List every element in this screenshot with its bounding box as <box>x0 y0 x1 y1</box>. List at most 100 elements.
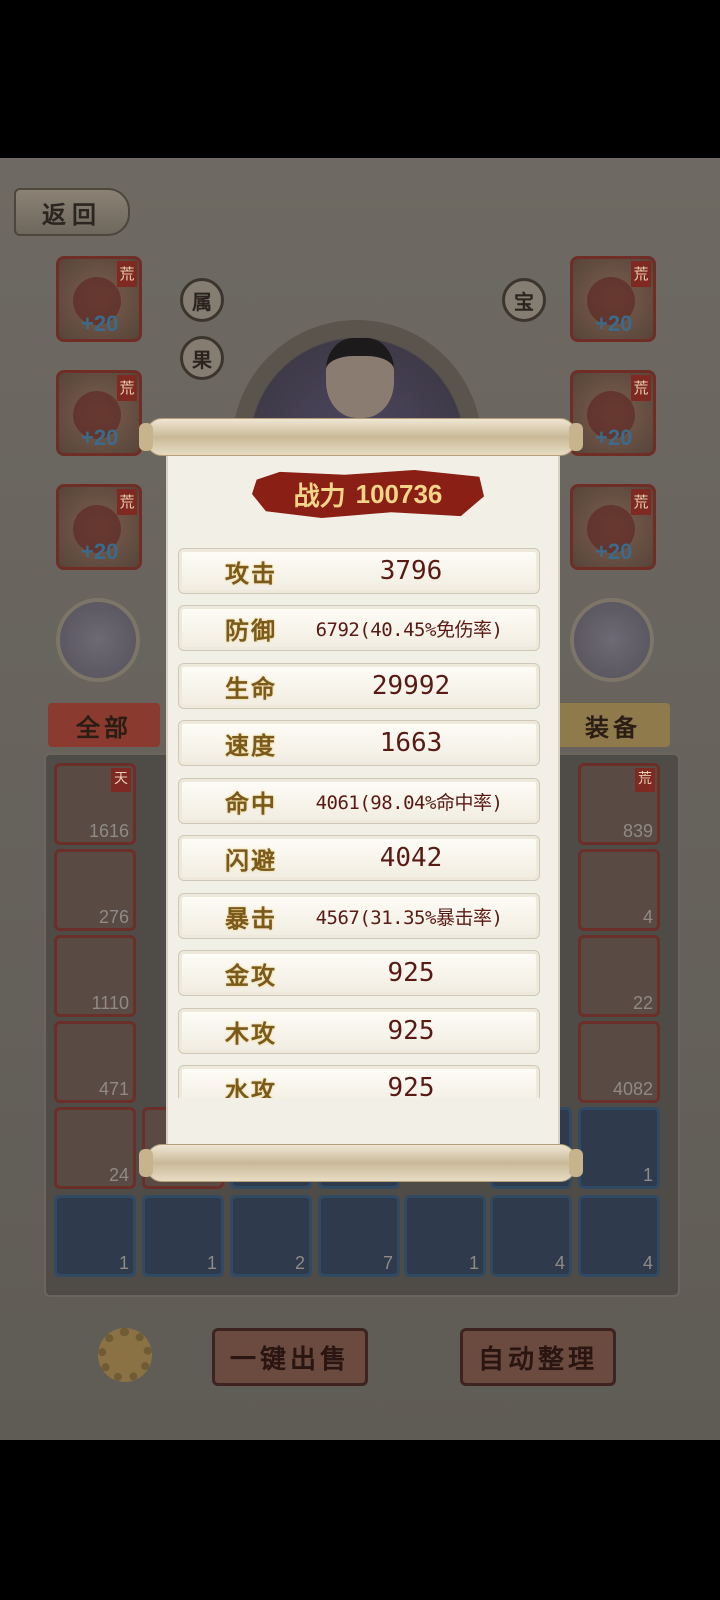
enhance-level: +20 <box>81 425 119 450</box>
stat-value: 6792(40.45%免伤率) <box>315 618 503 641</box>
power-label: 战力 <box>293 480 346 511</box>
item-count: 7 <box>382 1253 393 1273</box>
enhance-level: +20 <box>595 539 633 564</box>
inventory-cell[interactable]: 1 <box>578 1107 660 1189</box>
treasure-slot-right[interactable] <box>570 598 654 682</box>
item-count: 1 <box>118 1253 129 1273</box>
item-count: 1616 <box>88 821 129 841</box>
item-count: 2 <box>294 1253 305 1273</box>
inventory-cell[interactable]: 2 <box>230 1195 312 1277</box>
stat-label: 闪避 <box>225 845 277 875</box>
stat-value: 4042 <box>379 843 443 873</box>
fruit-button[interactable]: 果 <box>180 336 224 380</box>
quality-badge: 荒 <box>117 489 137 515</box>
quality-badge: 天 <box>111 768 131 792</box>
inventory-cell[interactable]: 7 <box>318 1195 400 1277</box>
stat-row: 金攻 925 <box>178 950 540 996</box>
quality-badge: 荒 <box>631 489 651 515</box>
stat-label: 木攻 <box>225 1018 277 1048</box>
inventory-cell[interactable]: 22 <box>578 935 660 1017</box>
quality-badge: 荒 <box>631 261 651 287</box>
stat-row: 攻击 3796 <box>178 548 540 594</box>
stat-value: 29992 <box>371 671 451 701</box>
stat-value: 925 <box>387 1016 435 1046</box>
equip-slot-ring[interactable]: 荒 +20 <box>570 484 656 570</box>
stat-value: 925 <box>387 1073 435 1098</box>
inventory-cell[interactable]: 24 <box>54 1107 136 1189</box>
inventory-cell[interactable]: 天 1616 <box>54 763 136 845</box>
scroll-bottom-rod <box>139 1144 583 1182</box>
stat-label: 生命 <box>225 673 277 703</box>
auto-sort-button[interactable]: 自动整理 <box>460 1328 616 1386</box>
stat-row: 命中 4061(98.04%命中率) <box>178 778 540 824</box>
item-count: 839 <box>622 821 653 841</box>
quality-badge: 荒 <box>631 375 651 401</box>
stat-label: 水攻 <box>225 1075 277 1099</box>
item-count: 1 <box>206 1253 217 1273</box>
enhance-level: +20 <box>81 539 119 564</box>
enhance-level: +20 <box>595 425 633 450</box>
attribute-button[interactable]: 属 <box>180 278 224 322</box>
item-count: 22 <box>632 993 653 1013</box>
inventory-cell[interactable]: 1110 <box>54 935 136 1017</box>
inventory-cell[interactable]: 1 <box>404 1195 486 1277</box>
item-count: 471 <box>98 1079 129 1099</box>
tab-equipment[interactable]: 装备 <box>556 703 670 747</box>
quality-badge: 荒 <box>117 375 137 401</box>
settings-gear-icon[interactable] <box>98 1328 152 1382</box>
stat-value: 1663 <box>379 728 443 758</box>
inventory-cell[interactable]: 4 <box>578 849 660 931</box>
combat-power-banner: 战力 100736 <box>252 470 484 518</box>
item-count: 4 <box>554 1253 565 1273</box>
stat-row: 防御 6792(40.45%免伤率) <box>178 605 540 651</box>
power-value: 100736 <box>355 478 443 509</box>
inventory-cell[interactable]: 4 <box>490 1195 572 1277</box>
inventory-cell[interactable]: 471 <box>54 1021 136 1103</box>
stat-row: 生命 29992 <box>178 663 540 709</box>
stat-label: 防御 <box>225 615 277 645</box>
inventory-cell[interactable]: 1 <box>54 1195 136 1277</box>
stat-label: 金攻 <box>225 960 277 990</box>
stat-value: 925 <box>387 958 435 988</box>
stat-row: 木攻 925 <box>178 1008 540 1054</box>
inventory-cell[interactable]: 4 <box>578 1195 660 1277</box>
treasure-button[interactable]: 宝 <box>502 278 546 322</box>
item-count: 1110 <box>91 993 129 1013</box>
inventory-cell[interactable]: 276 <box>54 849 136 931</box>
tab-all[interactable]: 全部 <box>48 703 160 747</box>
stat-value: 4567(31.35%暴击率) <box>315 906 503 929</box>
equip-slot-orb[interactable]: 荒 +20 <box>56 484 142 570</box>
item-count: 4 <box>642 907 653 927</box>
item-count: 4082 <box>612 1079 653 1099</box>
inventory-cell[interactable]: 1 <box>142 1195 224 1277</box>
character-portrait[interactable] <box>326 338 394 418</box>
item-count: 1 <box>468 1253 479 1273</box>
quality-badge: 荒 <box>117 261 137 287</box>
stat-label: 命中 <box>225 788 277 818</box>
stat-row: 闪避 4042 <box>178 835 540 881</box>
scroll-top-rod <box>139 418 583 456</box>
equip-slot-weapon[interactable]: 荒 +20 <box>56 256 142 342</box>
item-count: 276 <box>98 907 129 927</box>
quality-badge: 荒 <box>635 768 655 792</box>
stat-label: 攻击 <box>225 558 277 588</box>
back-button[interactable]: 返回 <box>14 188 130 236</box>
equip-slot-scroll[interactable]: 荒 +20 <box>56 370 142 456</box>
stat-value: 3796 <box>379 556 443 586</box>
one-click-sell-button[interactable]: 一键出售 <box>212 1328 368 1386</box>
stat-row: 水攻 925 <box>178 1065 540 1098</box>
item-count: 24 <box>108 1165 129 1185</box>
stat-row: 速度 1663 <box>178 720 540 766</box>
equip-slot-armor[interactable]: 荒 +20 <box>570 256 656 342</box>
inventory-cell[interactable]: 荒 839 <box>578 763 660 845</box>
treasure-slot-left[interactable] <box>56 598 140 682</box>
stat-label: 速度 <box>225 730 277 760</box>
stat-row: 暴击 4567(31.35%暴击率) <box>178 893 540 939</box>
item-count: 4 <box>642 1253 653 1273</box>
inventory-cell[interactable]: 4082 <box>578 1021 660 1103</box>
enhance-level: +20 <box>81 311 119 336</box>
stats-list[interactable]: 攻击 3796 防御 6792(40.45%免伤率) 生命 29992 速度 1663 … <box>176 540 546 1098</box>
item-count: 1 <box>642 1165 653 1185</box>
stat-value: 4061(98.04%命中率) <box>315 791 503 814</box>
enhance-level: +20 <box>595 311 633 336</box>
